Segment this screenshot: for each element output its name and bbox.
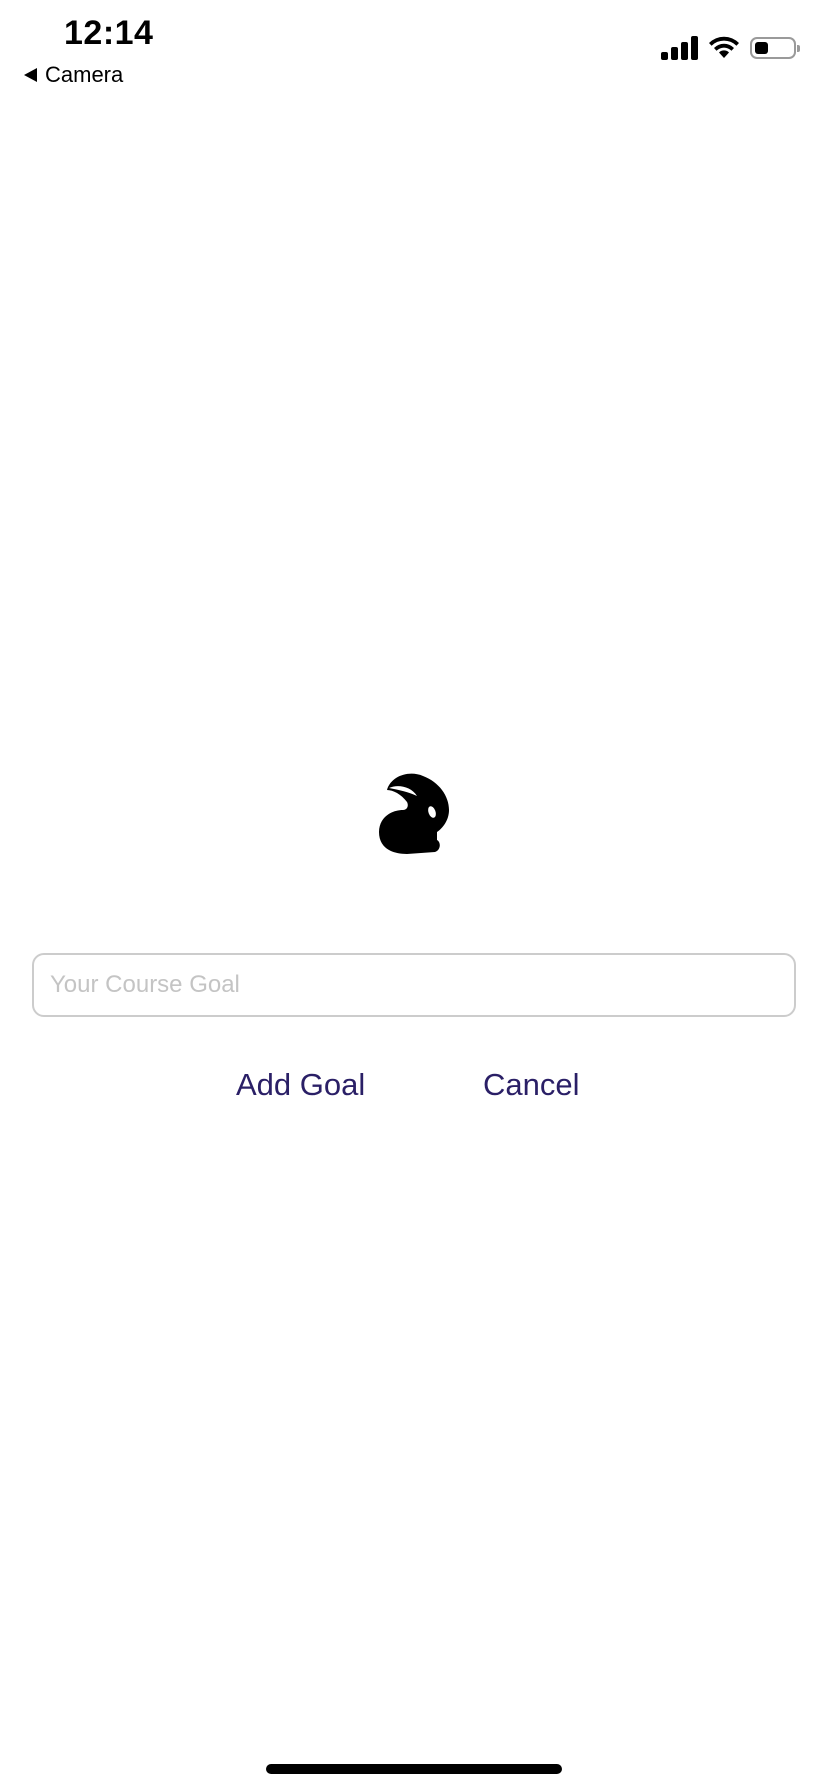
back-to-camera-link[interactable]: Camera — [24, 62, 123, 88]
battery-level — [755, 42, 768, 54]
course-goal-input[interactable] — [32, 953, 796, 1017]
back-link-label: Camera — [45, 62, 124, 87]
rabbit-icon — [379, 773, 449, 854]
cancel-button[interactable]: Cancel — [477, 1063, 586, 1107]
battery-icon — [750, 37, 800, 59]
status-icons — [661, 36, 800, 60]
wifi-icon — [709, 36, 739, 58]
app-screen: 12:14 Camera Add Goal Cancel — [0, 0, 828, 1792]
back-arrow-icon — [24, 68, 37, 82]
add-goal-button[interactable]: Add Goal — [230, 1063, 371, 1107]
cellular-signal-icon — [661, 36, 698, 60]
home-indicator[interactable] — [266, 1764, 562, 1774]
status-time: 12:14 — [64, 14, 154, 52]
